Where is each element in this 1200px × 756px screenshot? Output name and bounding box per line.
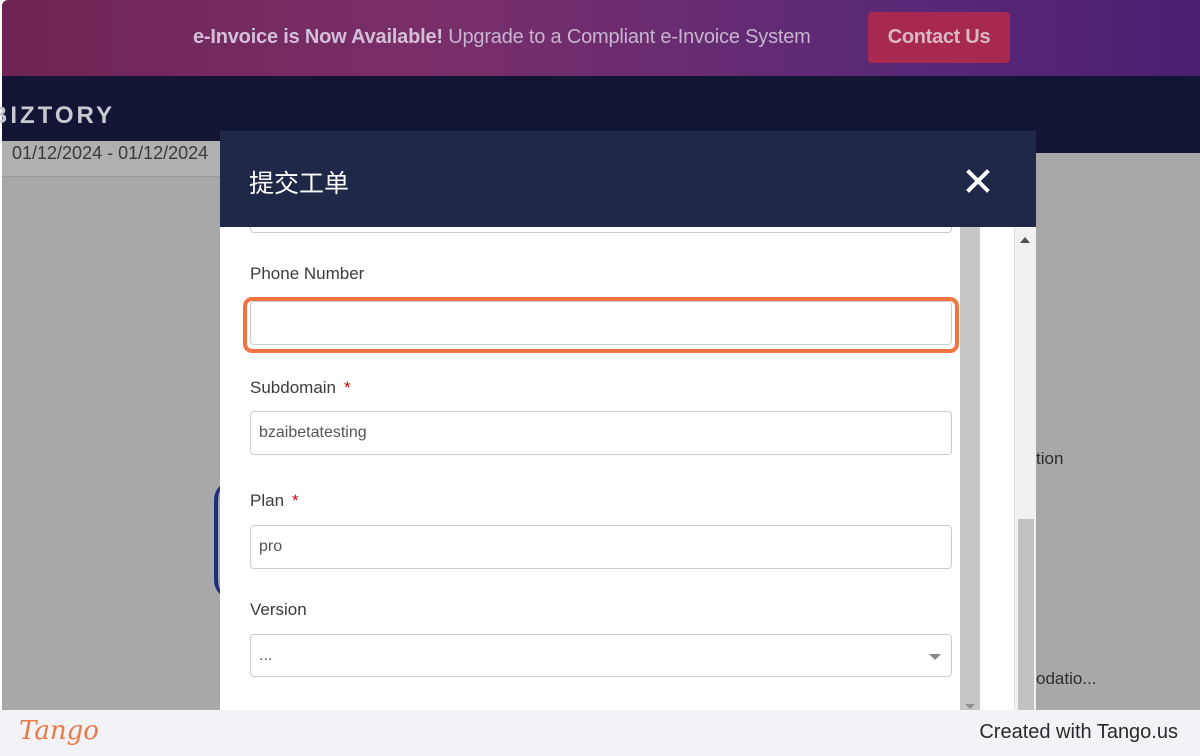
- tango-logo: Tango: [19, 716, 99, 746]
- date-range-text: 01/12/2024 - 01/12/2024: [12, 143, 209, 163]
- plan-label: Plan *: [250, 491, 299, 511]
- version-select-value: ...: [259, 646, 273, 664]
- modal-header: 提交工单: [220, 131, 1036, 227]
- version-select[interactable]: ...: [250, 634, 952, 677]
- scrollbar-thumb[interactable]: [1018, 519, 1034, 710]
- scroll-up-icon[interactable]: [1020, 237, 1030, 243]
- required-marker: *: [292, 491, 299, 510]
- modal-body: Phone Number Subdomain * bzaibetatesting …: [220, 227, 980, 710]
- promo-banner: e-Invoice is Now Available! Upgrade to a…: [2, 0, 1200, 76]
- modal-body-scrollbar[interactable]: [960, 227, 980, 710]
- version-label: Version: [250, 600, 307, 619]
- plan-label-text: Plan: [250, 491, 285, 510]
- banner-subtext: Upgrade to a Compliant e-Invoice System: [448, 26, 811, 48]
- banner-message: e-Invoice is Now Available! Upgrade to a…: [193, 26, 811, 49]
- contact-us-button[interactable]: Contact Us: [868, 12, 1010, 63]
- previous-field-edge: [250, 227, 952, 233]
- date-range-filter: 01/12/2024 - 01/12/2024: [2, 141, 224, 177]
- banner-headline: e-Invoice is Now Available!: [193, 26, 443, 48]
- close-button[interactable]: [964, 167, 992, 195]
- background-text-2: odatio...: [1036, 669, 1097, 688]
- biztory-logo: BIZTORY: [0, 102, 116, 129]
- close-icon: [966, 169, 990, 193]
- background-text-1: tion: [1036, 449, 1064, 468]
- submit-ticket-modal: 提交工单 Phone Number Subdomain * bzaibetates…: [220, 131, 1036, 710]
- phone-number-label: Phone Number: [250, 264, 365, 283]
- modal-scrollbar[interactable]: [1014, 227, 1036, 710]
- subdomain-label-text: Subdomain: [250, 378, 337, 397]
- modal-title: 提交工单: [249, 169, 350, 198]
- tango-credit: Created with Tango.us: [979, 721, 1178, 743]
- phone-number-input[interactable]: [250, 301, 952, 345]
- scroll-down-icon: [965, 704, 975, 709]
- chevron-down-icon: [929, 654, 941, 660]
- tango-footer: Tango Created with Tango.us: [0, 710, 1200, 756]
- subdomain-label: Subdomain *: [250, 378, 351, 398]
- plan-input[interactable]: pro: [250, 525, 952, 569]
- required-marker: *: [344, 378, 351, 397]
- subdomain-input[interactable]: bzaibetatesting: [250, 411, 952, 455]
